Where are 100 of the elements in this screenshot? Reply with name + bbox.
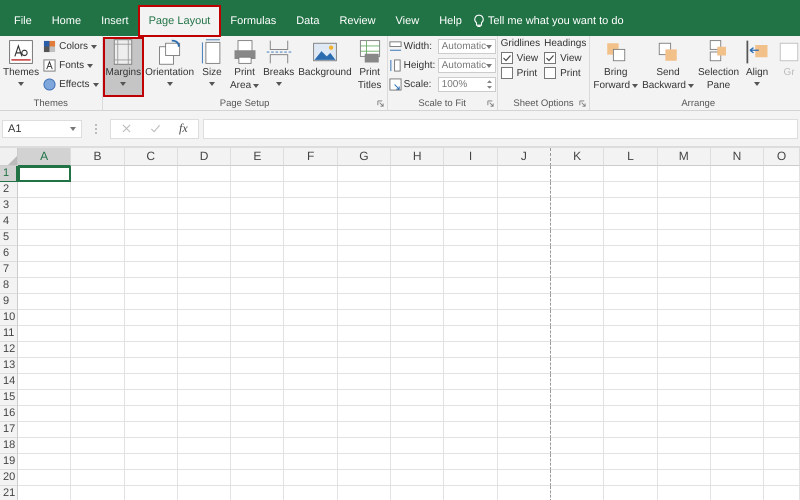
table-cell[interactable]: [498, 438, 551, 454]
row-header[interactable]: 21: [0, 486, 18, 500]
table-cell[interactable]: [498, 214, 551, 230]
ribbon-tab[interactable]: Page Layout: [138, 6, 220, 36]
checkbox-option[interactable]: Print: [544, 67, 586, 79]
ribbon-button[interactable]: Selection Pane: [696, 38, 742, 96]
column-header[interactable]: G: [338, 148, 392, 166]
row-header[interactable]: 17: [0, 422, 18, 438]
ribbon-tab[interactable]: File: [4, 6, 42, 36]
ribbon-button[interactable]: Breaks: [261, 38, 296, 96]
table-cell[interactable]: [498, 326, 551, 342]
table-cell[interactable]: [498, 454, 551, 470]
table-cell[interactable]: [498, 246, 551, 262]
row-header[interactable]: 19: [0, 454, 18, 470]
ribbon-small-button[interactable]: Effects: [41, 76, 101, 93]
ribbon-tab[interactable]: Review: [329, 6, 386, 36]
row-header[interactable]: 20: [0, 470, 18, 486]
insert-function-button[interactable]: fx: [179, 121, 188, 136]
table-cell[interactable]: [498, 182, 551, 198]
checkbox-option[interactable]: Print: [500, 67, 540, 79]
row-header[interactable]: 6: [0, 246, 18, 262]
column-header[interactable]: J: [498, 148, 551, 166]
table-cell[interactable]: [498, 166, 551, 182]
row-header[interactable]: 3: [0, 198, 18, 214]
ribbon-button[interactable]: Background: [296, 38, 354, 96]
ribbon-tab[interactable]: Formulas: [220, 6, 286, 36]
ribbon-button[interactable]: Orientation: [143, 38, 196, 96]
column-header[interactable]: O: [764, 148, 800, 166]
table-cell[interactable]: [498, 358, 551, 374]
dropdown-field[interactable]: Automatic: [438, 58, 496, 73]
column-header[interactable]: D: [178, 148, 232, 166]
ribbon-button[interactable]: Themes: [1, 38, 42, 96]
row-header[interactable]: 16: [0, 406, 18, 422]
ribbon-button[interactable]: Bring Forward: [591, 38, 640, 96]
ribbon-button[interactable]: Margins: [104, 38, 144, 96]
name-box[interactable]: A1: [2, 120, 82, 138]
formula-input-field[interactable]: [202, 118, 798, 138]
checkbox[interactable]: [500, 67, 513, 79]
column-header[interactable]: K: [550, 148, 604, 166]
column-header[interactable]: B: [71, 148, 125, 166]
ribbon-button[interactable]: Size: [196, 38, 228, 96]
column-header[interactable]: I: [444, 148, 498, 166]
table-cell[interactable]: [498, 390, 551, 406]
checkbox[interactable]: [544, 52, 556, 64]
ribbon-tab[interactable]: Home: [42, 6, 92, 36]
row-header[interactable]: 15: [0, 390, 18, 406]
table-cell[interactable]: [498, 262, 551, 278]
row-header[interactable]: 9: [0, 294, 18, 310]
ribbon-small-button[interactable]: Fonts: [41, 57, 101, 74]
table-cell[interactable]: [498, 406, 551, 422]
column-header[interactable]: N: [710, 148, 764, 166]
table-cell[interactable]: [498, 422, 551, 438]
ribbon-tab[interactable]: View: [386, 6, 430, 36]
ribbon-small-button[interactable]: Colors: [41, 38, 101, 55]
spinner-field[interactable]: 100%: [438, 77, 496, 92]
row-header[interactable]: 10: [0, 310, 18, 326]
checkbox[interactable]: [500, 52, 513, 64]
row-header[interactable]: 1: [0, 166, 18, 182]
row-header[interactable]: 14: [0, 374, 18, 390]
column-header[interactable]: M: [658, 148, 711, 166]
row-header[interactable]: 4: [0, 214, 18, 230]
ribbon-button[interactable]: Send Backward: [640, 38, 696, 96]
column-header[interactable]: F: [284, 148, 338, 166]
column-header[interactable]: A: [18, 148, 72, 166]
ribbon-button[interactable]: Align: [741, 38, 774, 96]
tell-me-search-field[interactable]: Tell me what you want to do: [488, 15, 624, 27]
active-cell[interactable]: [18, 166, 72, 182]
ribbon-tab[interactable]: Insert: [91, 6, 139, 36]
dialog-launcher-icon[interactable]: [579, 100, 586, 107]
column-header[interactable]: L: [604, 148, 658, 166]
table-cell[interactable]: [498, 470, 551, 486]
column-header[interactable]: H: [391, 148, 444, 166]
select-all-corner[interactable]: [0, 148, 18, 166]
dialog-launcher-icon[interactable]: [376, 100, 384, 107]
row-header[interactable]: 13: [0, 358, 18, 374]
table-cell[interactable]: [498, 342, 551, 358]
row-header[interactable]: 2: [0, 182, 18, 198]
dropdown-field[interactable]: Automatic: [438, 39, 496, 54]
row-header[interactable]: 7: [0, 262, 18, 278]
row-header[interactable]: 11: [0, 326, 18, 342]
ribbon-tab[interactable]: Help: [429, 6, 472, 36]
checkbox-option[interactable]: View: [544, 52, 586, 64]
ribbon-button[interactable]: Print Area: [228, 38, 262, 96]
row-header[interactable]: 8: [0, 278, 18, 294]
dialog-launcher-icon[interactable]: [486, 100, 494, 107]
check-icon[interactable]: [150, 123, 161, 134]
ribbon-button[interactable]: Print Titles: [354, 38, 386, 96]
checkbox-option[interactable]: View: [500, 52, 540, 64]
table-cell[interactable]: [498, 278, 551, 294]
row-header[interactable]: 5: [0, 230, 18, 246]
ribbon-tab[interactable]: Data: [286, 6, 330, 36]
table-cell[interactable]: [498, 310, 551, 326]
table-cell[interactable]: [498, 230, 551, 246]
table-cell[interactable]: [498, 374, 551, 390]
column-header[interactable]: E: [231, 148, 284, 166]
table-cell[interactable]: [498, 198, 551, 214]
cancel-icon[interactable]: [121, 123, 132, 134]
table-cell[interactable]: [498, 294, 551, 310]
checkbox[interactable]: [544, 67, 556, 79]
column-header[interactable]: C: [124, 148, 178, 166]
